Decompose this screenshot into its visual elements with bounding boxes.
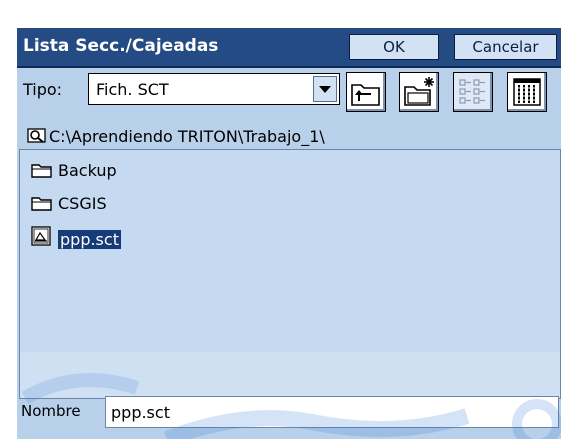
watermark-band [20,352,560,398]
folder-icon [30,194,54,212]
file-dialog: Lista Secc./Cajeadas OK Cancelar Tipo: F… [17,28,561,439]
path-text: C:\Aprendiendo TRITON\Trabajo_1\ [49,127,325,146]
list-item-label: ppp.sct [58,230,121,249]
list-item-folder-csgis[interactable]: CSGIS [30,194,107,216]
current-path: C:\Aprendiendo TRITON\Trabajo_1\ [27,127,325,146]
list-item-folder-backup[interactable]: Backup [30,161,117,183]
list-item-label: CSGIS [58,194,107,213]
type-dropdown-value: Fich. SCT [96,80,169,99]
details-view-icon[interactable] [507,72,547,112]
folder-up-icon[interactable] [346,72,386,112]
list-item-file-ppp[interactable]: ppp.sct [30,226,121,249]
name-input[interactable]: ppp.sct [105,396,559,428]
name-input-value: ppp.sct [111,403,170,422]
chevron-down-icon[interactable] [313,76,337,102]
drive-search-icon [27,127,47,145]
title-bar: Lista Secc./Cajeadas OK Cancelar [17,28,561,68]
section-file-icon [30,226,54,246]
name-label: Nombre [21,402,81,420]
list-item-label: Backup [58,161,117,180]
list-view-icon[interactable] [453,72,493,112]
ok-button[interactable]: OK [349,34,439,60]
file-list[interactable]: Backup CSGIS ppp.sct [19,149,561,399]
dialog-title: Lista Secc./Cajeadas [23,36,219,56]
folder-icon [30,161,54,179]
type-dropdown[interactable]: Fich. SCT [88,73,340,105]
new-folder-icon[interactable] [399,72,439,112]
type-label: Tipo: [23,80,63,99]
cancel-button[interactable]: Cancelar [454,34,557,60]
